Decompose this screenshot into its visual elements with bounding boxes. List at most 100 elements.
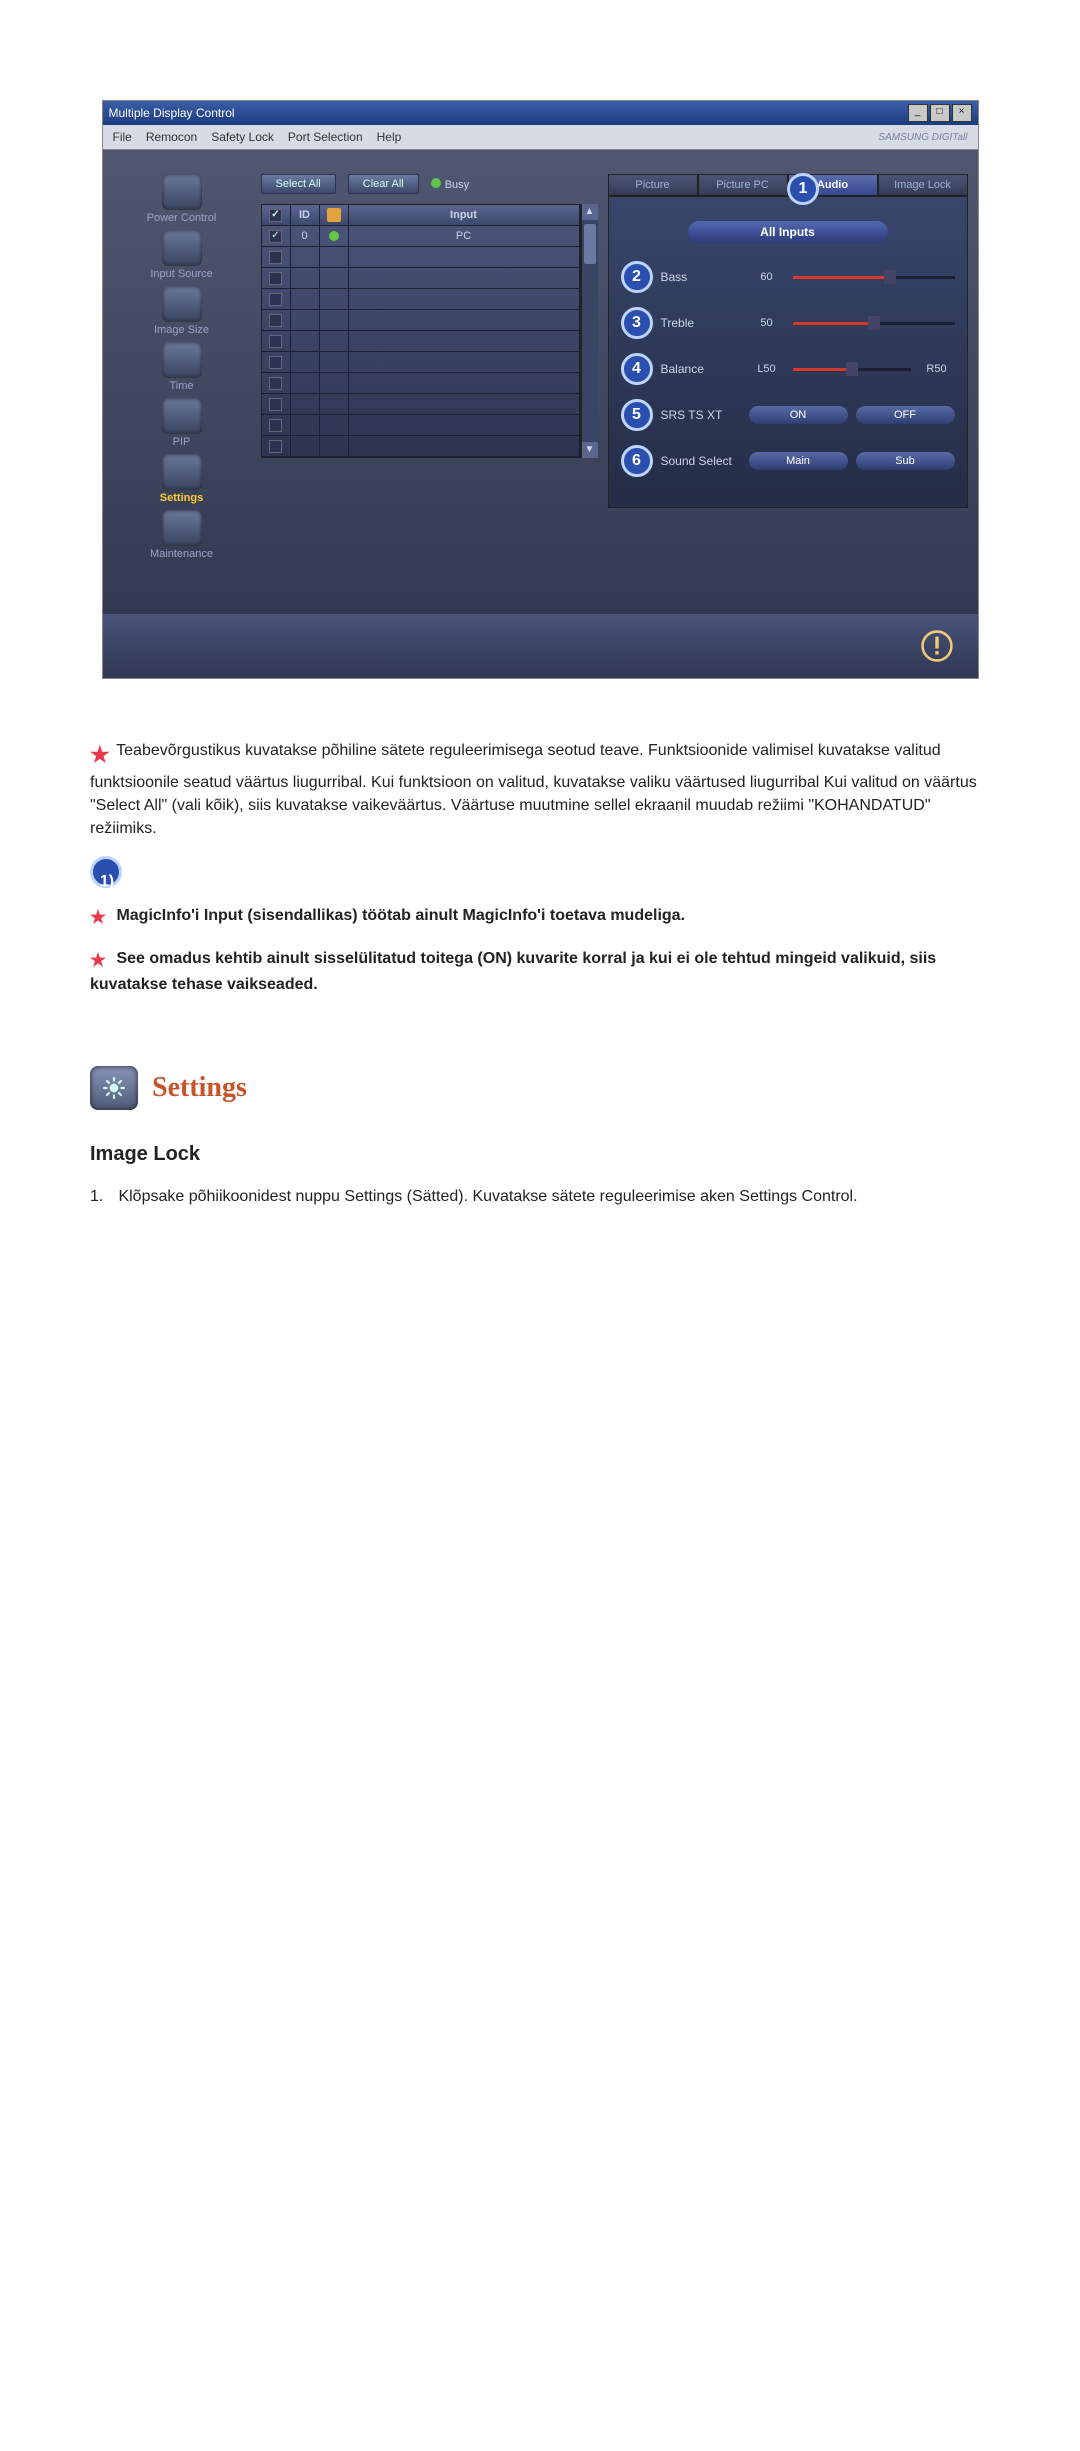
row-checkbox[interactable] <box>269 356 282 369</box>
sound-main-button[interactable]: Main <box>749 452 848 470</box>
menu-help[interactable]: Help <box>377 130 402 144</box>
busy-dot-icon <box>431 178 441 188</box>
star-icon: ★ <box>90 947 112 973</box>
table-row[interactable] <box>262 289 580 310</box>
sidebar-item-settings[interactable]: Settings <box>113 454 251 504</box>
row-checkbox[interactable] <box>269 272 282 285</box>
item-desc: - Kui PIP on aktiveeritud, võite te vali… <box>93 2113 149 2451</box>
callout-3: 3 <box>621 307 653 339</box>
row-checkbox[interactable] <box>269 293 282 306</box>
row-checkbox[interactable] <box>269 251 282 264</box>
app-footer <box>103 614 978 678</box>
column-header-status[interactable] <box>320 205 349 226</box>
balance-row: 4BalanceL50R50 <box>621 353 955 385</box>
item-number: 6) <box>93 2031 121 2057</box>
srs-off-button[interactable]: OFF <box>856 406 955 424</box>
tab-picture[interactable]: Picture <box>608 174 698 196</box>
input-source-icon <box>162 230 202 266</box>
row-checkbox[interactable] <box>269 230 282 243</box>
scroll-thumb[interactable] <box>584 224 596 264</box>
treble-label: Treble <box>661 316 741 330</box>
menu-remocon[interactable]: Remocon <box>146 130 197 144</box>
column-header-id[interactable]: ID <box>291 205 320 226</box>
note-magicinfo: ★ MagicInfo'i Input (sisendallikas) tööt… <box>90 904 990 930</box>
menu-port-selection[interactable]: Port Selection <box>288 130 363 144</box>
scroll-down-icon[interactable]: ▼ <box>582 442 598 458</box>
time-icon <box>162 342 202 378</box>
table-scrollbar[interactable]: ▲ ▼ <box>581 204 598 458</box>
table-row[interactable] <box>262 394 580 415</box>
center-area: Select All Clear All Busy ID Input 0 <box>261 174 598 604</box>
srs-tsxt-row: 5 SRS TS XT ON OFF <box>621 399 955 431</box>
table-row[interactable] <box>262 373 580 394</box>
tab-image-lock[interactable]: Image Lock <box>878 174 968 196</box>
treble-row: 3Treble50 <box>621 307 955 339</box>
row-checkbox[interactable] <box>269 440 282 453</box>
step-1-text: Klõpsake põhiikoonidest nuppu Settings (… <box>118 1188 857 1205</box>
list-item: 5)SRS TSXT- SRS TSXT Sound ON/OFF of the… <box>93 1705 119 2021</box>
item-number: 5) <box>93 1705 121 1731</box>
window-maximize-button[interactable]: □ <box>930 104 950 122</box>
callout-5: 5 <box>621 399 653 431</box>
select-all-button[interactable]: Select All <box>261 174 336 194</box>
note1-text: MagicInfo'i Input (sisendallikas) töötab… <box>116 907 685 924</box>
table-row[interactable] <box>262 268 580 289</box>
row-checkbox[interactable] <box>269 314 282 327</box>
item-number: 3) <box>93 1261 121 1287</box>
star-icon: ★ <box>90 739 112 771</box>
sidebar-item-input-source[interactable]: Input Source <box>113 230 251 280</box>
table-row[interactable] <box>262 352 580 373</box>
row-checkbox[interactable] <box>269 377 282 390</box>
menu-file[interactable]: File <box>113 130 132 144</box>
all-inputs-button[interactable]: All Inputs <box>688 221 888 243</box>
balance-slider[interactable] <box>793 364 911 374</box>
table-row[interactable] <box>262 415 580 436</box>
maintenance-icon <box>162 510 202 546</box>
balance-value-right: R50 <box>919 363 955 375</box>
callout-6: 6 <box>621 445 653 477</box>
alert-icon <box>920 629 954 663</box>
sidebar-item-image-size[interactable]: Image Size <box>113 286 251 336</box>
item-title: Sound Select <box>93 2061 143 2104</box>
treble-slider[interactable] <box>793 318 955 328</box>
window-minimize-button[interactable]: _ <box>908 104 928 122</box>
sidebar-item-maintenance[interactable]: Maintenance <box>113 510 251 560</box>
audio-panel: All Inputs 2Bass603Treble504BalanceL50R5… <box>608 196 968 508</box>
sidebar-item-label: PIP <box>173 436 191 448</box>
step-1: 1. Klõpsake põhiikoonidest nuppu Setting… <box>90 1185 990 1208</box>
document-body: ★ Teabevõrgustikus kuvatakse põhiline sä… <box>90 739 990 1208</box>
row-id: 0 <box>291 226 320 247</box>
sidebar-item-power-control[interactable]: Power Control <box>113 174 251 224</box>
column-header-input[interactable]: Input <box>349 205 580 226</box>
table-row[interactable]: 0 PC <box>262 226 580 247</box>
table-row[interactable] <box>262 331 580 352</box>
sidebar-item-label: Input Source <box>150 268 212 280</box>
sidebar-item-label: Time <box>169 380 193 392</box>
table-row[interactable] <box>262 436 580 457</box>
window-close-button[interactable]: × <box>952 104 972 122</box>
column-header-check[interactable] <box>262 205 291 226</box>
bass-slider[interactable] <box>793 272 955 282</box>
srs-on-button[interactable]: ON <box>749 406 848 424</box>
sidebar-item-pip[interactable]: PIP <box>113 398 251 448</box>
center-toolbar: Select All Clear All Busy <box>261 174 598 194</box>
table-row[interactable] <box>262 310 580 331</box>
sidebar-item-time[interactable]: Time <box>113 342 251 392</box>
tab-audio[interactable]: 1 Audio <box>788 174 878 196</box>
item-number: 1) <box>93 869 121 895</box>
clear-all-button[interactable]: Clear All <box>348 174 419 194</box>
row-checkbox[interactable] <box>269 419 282 432</box>
table-row[interactable] <box>262 247 580 268</box>
tab-audio-label: Audio <box>817 179 848 191</box>
menu-safety-lock[interactable]: Safety Lock <box>211 130 274 144</box>
row-checkbox[interactable] <box>269 335 282 348</box>
scroll-up-icon[interactable]: ▲ <box>582 204 598 220</box>
row-checkbox[interactable] <box>269 398 282 411</box>
list-item: 3)Treble- Valitud kuvari kõrgete toonide… <box>93 1261 119 1473</box>
sound-sub-button[interactable]: Sub <box>856 452 955 470</box>
callout-1: 1 <box>787 173 819 205</box>
item-desc: - Valitud kuvari kõrgete toonide regulee… <box>93 1317 149 1473</box>
note-power: ★ See omadus kehtib ainult sisselülitatu… <box>90 947 990 996</box>
title-bar: Multiple Display Control _ □ × <box>103 101 978 125</box>
tab-picture-pc[interactable]: Picture PC <box>698 174 788 196</box>
